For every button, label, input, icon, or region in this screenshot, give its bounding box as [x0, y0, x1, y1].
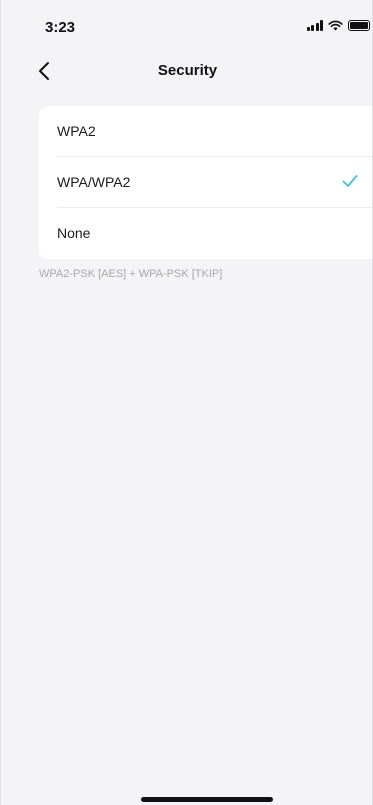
- option-none[interactable]: None: [39, 208, 372, 259]
- option-wpa2[interactable]: WPA2: [39, 106, 372, 157]
- app-screen: 3:23 Security WPA2 WPA/WPA2 None WPA2-PS…: [0, 0, 373, 805]
- checkmark-icon: [342, 175, 358, 187]
- option-label: WPA/WPA2: [57, 174, 131, 190]
- page-title: Security: [157, 62, 218, 79]
- option-label: None: [57, 225, 91, 241]
- signal-icon: [306, 20, 323, 31]
- status-bar: 3:23: [1, 0, 372, 40]
- status-icons: [306, 20, 370, 31]
- status-time: 3:23: [45, 19, 76, 36]
- security-description: WPA2-PSK [AES] + WPA-PSK [TKIP]: [39, 268, 223, 280]
- wifi-icon: [328, 20, 343, 31]
- option-wpa-wpa2[interactable]: WPA/WPA2: [39, 157, 372, 208]
- option-label: WPA2: [57, 123, 96, 139]
- navigation-bar: Security: [1, 52, 372, 92]
- battery-icon: [348, 20, 370, 31]
- home-indicator[interactable]: [141, 797, 273, 802]
- security-options-list: WPA2 WPA/WPA2 None: [39, 106, 372, 259]
